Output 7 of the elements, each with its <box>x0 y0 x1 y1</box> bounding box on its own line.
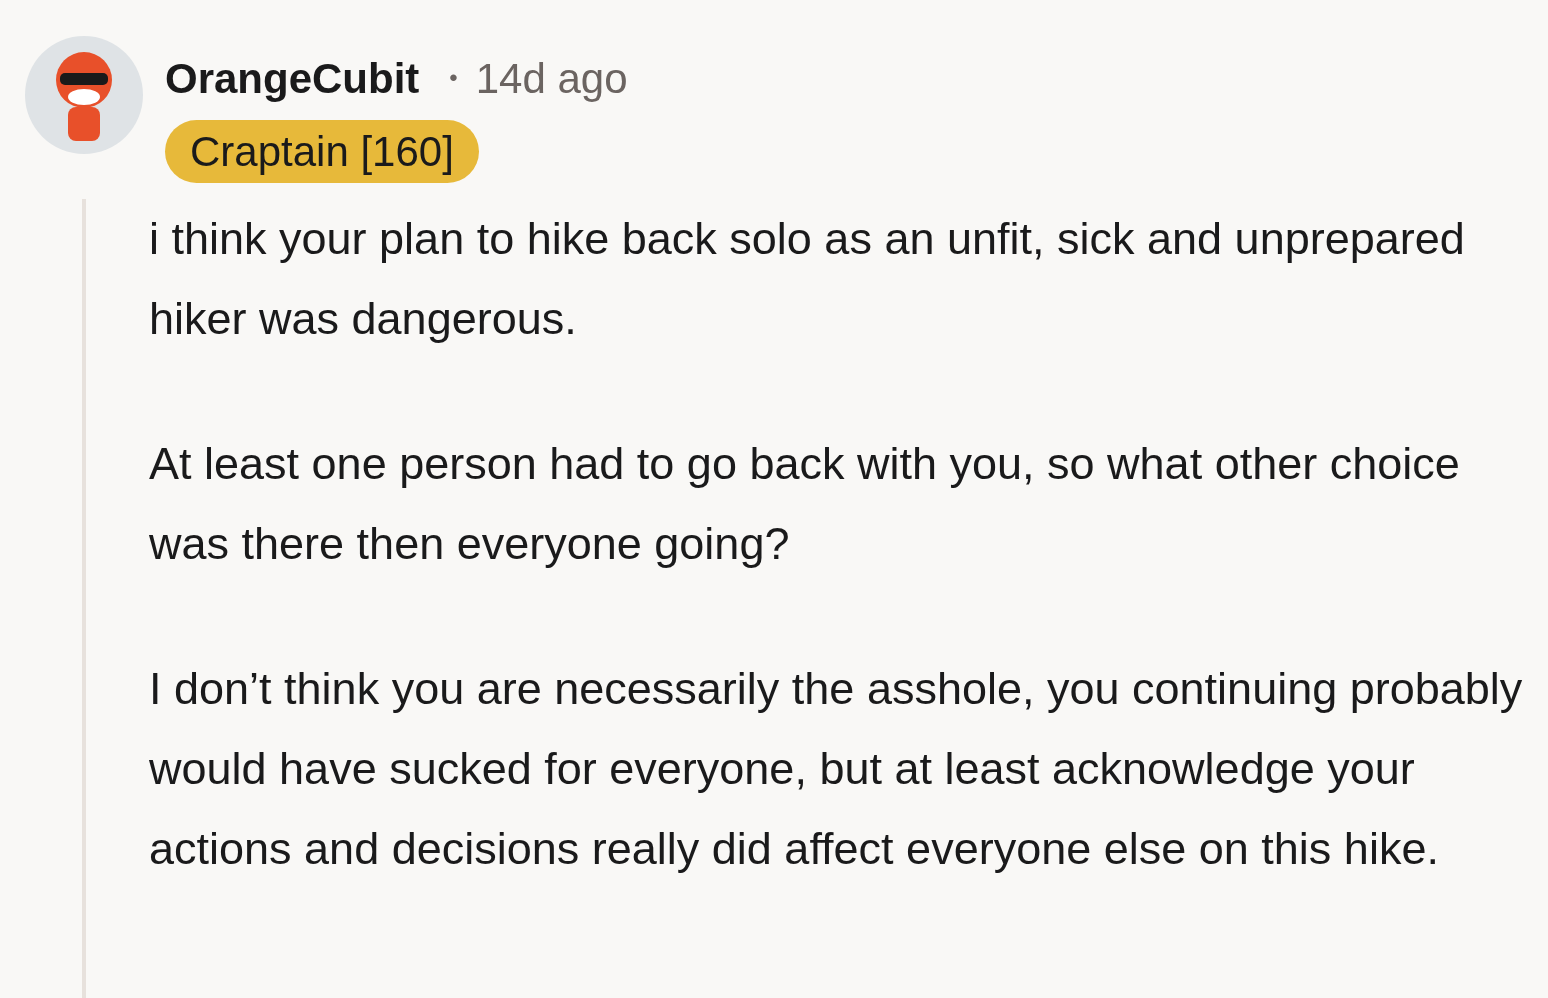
comment-paragraph: i think your plan to hike back solo as an unfit, sick and unprepared hiker was dangerous. <box>149 212 1466 346</box>
comment-paragraph: I don’t think you are necessarily the asshole, you continuing probably would have sucked for everyone, but at least acknowledge your actions and decisions really did affect everyone else on this hike. <box>149 662 1524 876</box>
timestamp: 14d ago <box>475 53 628 104</box>
separator-dot: • <box>449 63 458 93</box>
comment-paragraph: At least one person had to go back with you, so what other choice was there then everyone going? <box>149 437 1461 571</box>
user-flair: Craptain [160] <box>165 120 479 183</box>
username[interactable]: OrangeCubit <box>165 46 420 110</box>
